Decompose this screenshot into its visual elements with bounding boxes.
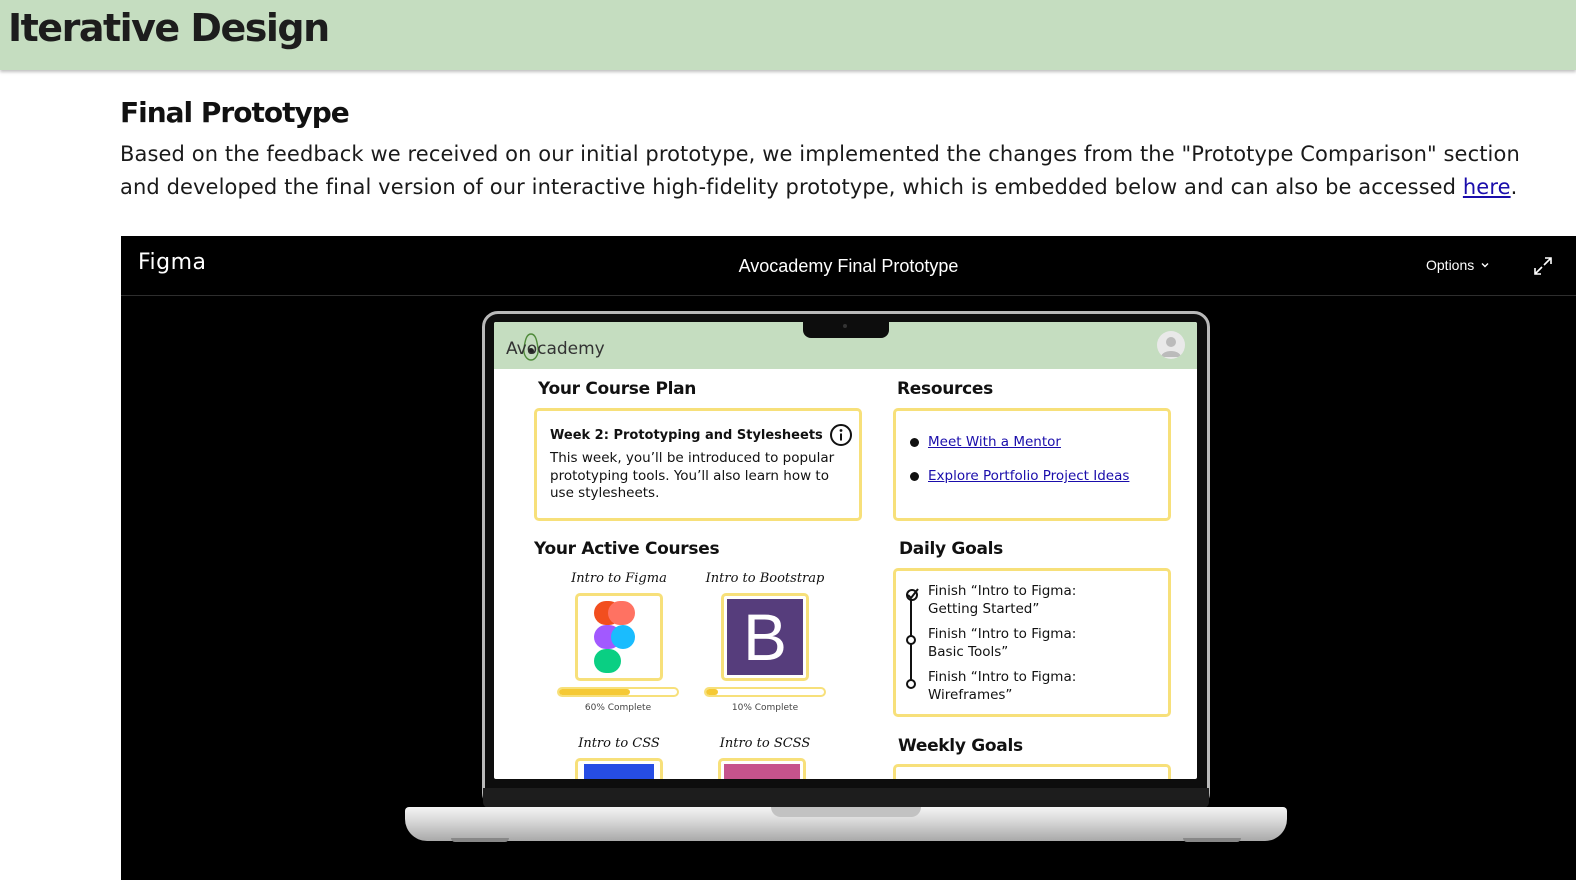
resources-heading: Resources [897, 379, 993, 399]
goal-item: Finish “Intro to Figma: Basic Tools” [928, 626, 1077, 660]
section-body-end: . [1510, 175, 1518, 199]
course-week-description: This week, you’ll be introduced to popul… [550, 450, 835, 501]
course-week-title: Week 2: Prototyping and Stylesheets [550, 428, 823, 443]
laptop-foot [451, 838, 509, 842]
weekly-goals-heading: Weekly Goals [898, 736, 1023, 756]
resource-link-portfolio[interactable]: Explore Portfolio Project Ideas [928, 468, 1129, 484]
course-tile-figma[interactable]: Intro to Figma [544, 571, 694, 586]
course-card-scss[interactable] [718, 758, 806, 779]
resources-card: Meet With a Mentor Explore Portfolio Pro… [893, 408, 1171, 521]
course-progress-bootstrap [704, 687, 826, 697]
daily-goal-list: Finish “Intro to Figma: Getting Started”… [928, 583, 1108, 712]
active-courses-heading: Your Active Courses [534, 539, 720, 559]
progress-fill [559, 689, 630, 695]
info-icon[interactable] [829, 423, 853, 447]
list-item: Explore Portfolio Project Ideas [910, 467, 1129, 485]
bullet-icon [910, 437, 919, 447]
user-avatar[interactable] [1157, 331, 1185, 359]
course-name: Intro to SCSS [719, 736, 811, 751]
app-logo[interactable]: Avocademy [506, 339, 605, 359]
course-plan-card[interactable]: Week 2: Prototyping and Stylesheets This… [534, 408, 862, 521]
figma-icon [594, 601, 635, 673]
laptop-opening-groove [771, 807, 921, 817]
resources-list: Meet With a Mentor Explore Portfolio Pro… [910, 433, 1129, 501]
embed-toolbar: Figma Avocademy Final Prototype Options [121, 236, 1576, 296]
chevron-down-icon [1481, 263, 1489, 268]
prototype-screen[interactable]: Avocademy Your Course Plan Week 2: Proto… [494, 322, 1197, 779]
course-card-figma[interactable] [575, 593, 663, 681]
section-heading: Final Prototype [120, 96, 350, 129]
expand-icon[interactable] [1531, 254, 1555, 278]
progress-fill [706, 689, 718, 695]
progress-label: 60% Complete [584, 703, 652, 713]
course-tile-css[interactable]: Intro to CSS [544, 736, 694, 751]
options-button[interactable]: Options [1426, 257, 1490, 273]
goal-item: Finish “Intro to Figma: Wireframes” [928, 669, 1077, 703]
daily-goals-card: Finish “Intro to Figma: Getting Started”… [893, 568, 1171, 717]
options-label: Options [1426, 257, 1475, 273]
css-icon [584, 764, 654, 779]
course-plan-heading: Your Course Plan [538, 379, 697, 399]
course-progress-figma [557, 687, 679, 697]
course-card-bootstrap[interactable]: B [721, 593, 809, 681]
embed-title: Avocademy Final Prototype [738, 256, 959, 276]
scss-icon [724, 764, 800, 779]
site-title: Iterative Design [8, 6, 330, 50]
goal-check-icon[interactable] [905, 588, 919, 602]
resource-link-mentor[interactable]: Meet With a Mentor [928, 434, 1061, 450]
bullet-icon [910, 471, 919, 481]
course-tile-bootstrap[interactable]: Intro to Bootstrap [690, 571, 840, 586]
laptop-chin [483, 788, 1209, 808]
goal-item: Finish “Intro to Figma: Getting Started” [928, 583, 1077, 617]
figma-embed[interactable]: Figma Avocademy Final Prototype Options … [121, 236, 1576, 880]
site-header: Iterative Design [0, 0, 1576, 70]
course-name: Intro to Bootstrap [705, 571, 825, 586]
goal-checkbox[interactable] [906, 635, 916, 645]
progress-label: 10% Complete [731, 703, 799, 713]
course-card-css[interactable] [575, 758, 663, 779]
prototype-link[interactable]: here [1463, 175, 1511, 199]
laptop-foot [1183, 838, 1241, 842]
weekly-goals-card [893, 764, 1171, 779]
course-tile-scss[interactable]: Intro to SCSS [690, 736, 840, 751]
section-body-text: Based on the feedback we received on our… [120, 142, 1520, 199]
course-name: Intro to CSS [578, 736, 660, 751]
goal-checkbox[interactable] [906, 679, 916, 689]
list-item: Meet With a Mentor [910, 433, 1129, 451]
user-icon [1161, 337, 1181, 357]
camera-icon [843, 324, 847, 328]
daily-goals-heading: Daily Goals [899, 539, 1003, 559]
course-name: Intro to Figma [571, 571, 667, 586]
section-body: Based on the feedback we received on our… [120, 138, 1520, 204]
bootstrap-icon: B [727, 599, 803, 675]
